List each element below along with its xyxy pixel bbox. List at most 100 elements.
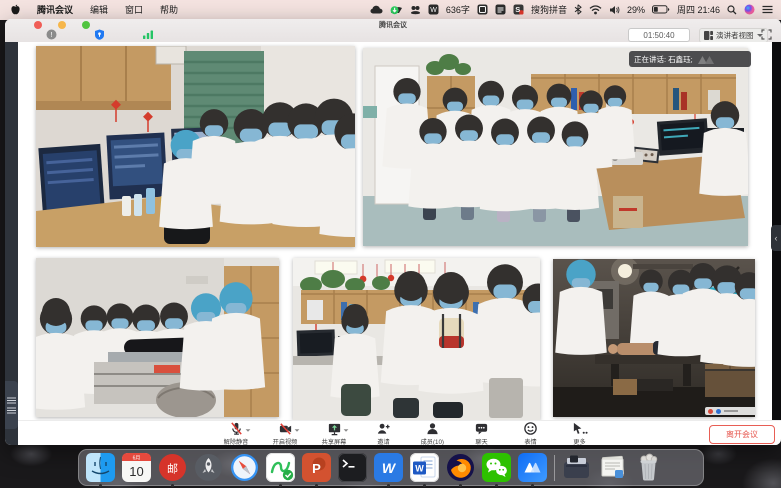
chat-icon [474,421,489,436]
running-indicator [423,484,426,487]
left-panel-toggle[interactable] [5,381,18,429]
share-screen-icon [327,421,342,436]
running-indicator [387,484,390,487]
svg-text:W: W [430,7,437,14]
apple-menu-icon[interactable] [10,4,20,16]
more-icon [571,421,588,436]
photo-classroom [293,258,540,420]
photo-dark-procedure-room [553,259,755,417]
dock-documents-stack-light[interactable] [598,453,627,482]
dock-wechat-icon[interactable] [482,453,511,482]
members-button[interactable]: 成员(10) [414,422,450,445]
svg-text:6月: 6月 [133,455,141,461]
battery-icon[interactable] [652,5,670,14]
downloader-icon[interactable] [390,4,403,15]
running-indicator [495,484,498,487]
emoji-icon [523,421,538,436]
window-titlebar: 腾讯会议 ! 01:50:40 演讲者视图 [5,19,781,43]
dock-downloads-stack-dark[interactable] [562,453,591,482]
meeting-logo-watermark [697,54,715,65]
svg-text:10: 10 [129,464,143,479]
menu-item-help[interactable]: 帮助 [160,3,178,16]
meeting-toolbar: 解除静音 开启视频 共享屏幕 邀请 成员(10) [18,420,781,445]
svg-text:W: W [382,460,397,476]
dock-wps-office-icon[interactable]: W [374,453,403,482]
app-window-icon[interactable] [495,4,506,15]
emoji-button[interactable]: 表情 [512,422,548,445]
menu-item-window[interactable]: 窗口 [125,3,143,16]
share-screen-button[interactable]: 共享屏幕 [316,422,352,445]
dock-separator [554,455,555,481]
app-grid-icon[interactable] [477,4,488,15]
running-indicator [531,484,534,487]
dock-trash-icon[interactable] [634,453,663,482]
dock-safari-icon[interactable] [230,453,259,482]
leave-meeting-button[interactable]: 离开会议 [709,425,775,444]
list-icon [7,407,16,414]
bluetooth-icon[interactable] [574,4,582,15]
dock-firefox-icon[interactable] [446,453,475,482]
volume-icon[interactable] [609,5,620,15]
menu-bar: 腾讯会议 编辑 窗口 帮助 W 636字 S 搜狗拼音 29% 周四 21:46 [0,0,781,19]
clock-status[interactable]: 周四 21:46 [677,3,720,16]
photo-control-room [36,46,355,247]
dock-launchpad-icon[interactable] [194,453,223,482]
chat-button[interactable]: 聊天 [463,422,499,445]
dock-tencent-meeting-icon[interactable] [518,453,547,482]
running-indicator [279,484,282,487]
running-indicator [99,484,102,487]
running-indicator [171,484,174,487]
dock-calendar-icon[interactable]: 6月 10 [122,453,151,482]
assistant-icon[interactable] [410,5,421,15]
invite-button[interactable]: 邀请 [365,422,401,445]
spotlight-search-icon[interactable] [727,5,737,15]
meeting-timer: 01:50:40 [628,28,690,42]
wifi-icon[interactable] [589,5,602,15]
view-mode-button[interactable]: 演讲者视图 [699,28,768,43]
battery-percent-status[interactable]: 29% [627,5,645,15]
dock-powerpoint-icon[interactable]: P [302,453,331,482]
layout-icon [704,31,713,40]
network-signal-icon[interactable] [142,29,154,40]
svg-text:邮: 邮 [167,463,178,476]
sogou-icon[interactable]: S [513,4,524,15]
video-controls-overlay[interactable] [705,407,755,415]
invite-icon [376,421,391,436]
fullscreen-icon[interactable] [761,29,772,40]
dictionary-icon[interactable] [370,5,383,15]
running-indicator [459,484,462,487]
photo-treatment-room [36,258,279,417]
meeting-info-icon[interactable]: ! [46,29,57,40]
security-shield-icon[interactable] [94,29,105,40]
dock-mail-master-icon[interactable]: 邮 [158,453,187,482]
svg-text:P: P [312,461,321,476]
ime-name-status[interactable]: 搜狗拼音 [531,3,567,16]
camera-off-icon [278,421,293,436]
control-center-icon[interactable] [762,5,773,14]
desktop: 腾讯会议 编辑 窗口 帮助 W 636字 S 搜狗拼音 29% 周四 21:46 [0,0,781,488]
dock-word-icon[interactable]: W [410,453,439,482]
list-icon [7,397,16,404]
mic-muted-icon [229,421,244,436]
dock: 6月 10 邮 P W W [78,449,704,486]
running-indicator [315,484,318,487]
menu-item-edit[interactable]: 编辑 [90,3,108,16]
dock-finder-icon[interactable] [86,453,115,482]
tencent-meeting-window: 腾讯会议 ! 01:50:40 演讲者视图 [5,19,781,445]
unmute-button[interactable]: 解除静音 [218,422,254,445]
start-video-button[interactable]: 开启视频 [267,422,303,445]
svg-text:W: W [415,464,424,474]
word-count-status[interactable]: 636字 [446,3,470,16]
siri-icon[interactable] [744,4,755,15]
svg-text:S: S [515,5,520,14]
photo-group-room [363,48,748,246]
dock-lemon-cleaner-icon[interactable] [266,453,295,482]
svg-text:!: ! [50,30,52,39]
menu-item-app[interactable]: 腾讯会议 [37,3,73,16]
more-button[interactable]: 更多 [561,422,597,445]
speaking-indicator: 正在讲话: 石鑫珏; [629,51,751,67]
right-panel-toggle[interactable]: ‹ [771,225,781,251]
word-menubar-icon[interactable]: W [428,4,439,15]
members-icon [425,421,440,436]
dock-terminal-icon[interactable] [338,453,367,482]
